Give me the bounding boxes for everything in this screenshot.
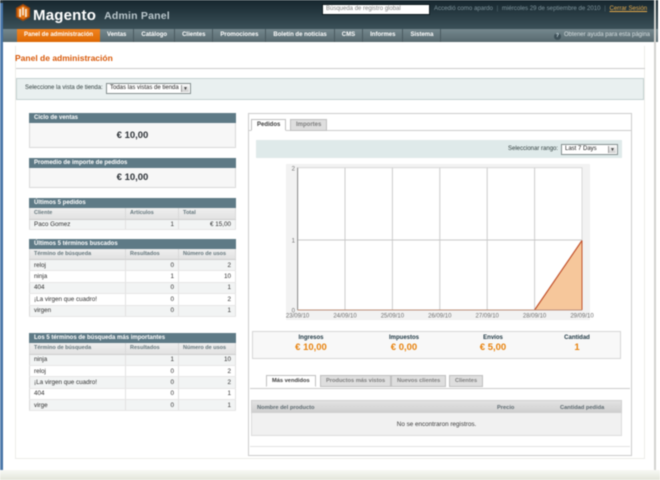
svg-text:23/09/10: 23/09/10 (286, 314, 310, 320)
svg-text:26/09/10: 26/09/10 (428, 314, 452, 320)
svg-text:2: 2 (292, 167, 296, 173)
svg-text:24/09/10: 24/09/10 (333, 314, 357, 320)
svg-text:29/09/10: 29/09/10 (570, 314, 594, 320)
svg-text:1: 1 (292, 239, 296, 245)
svg-text:25/09/10: 25/09/10 (381, 314, 405, 320)
svg-text:27/09/10: 27/09/10 (476, 314, 500, 320)
svg-text:28/09/10: 28/09/10 (523, 314, 547, 320)
